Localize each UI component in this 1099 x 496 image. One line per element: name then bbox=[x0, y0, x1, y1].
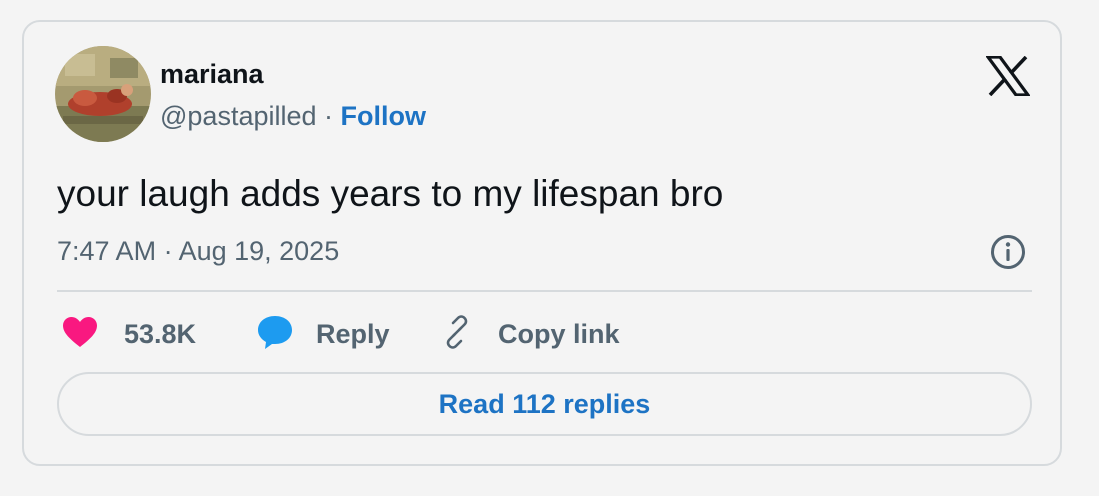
speech-bubble-icon bbox=[256, 314, 294, 355]
reply-button[interactable]: Reply bbox=[256, 314, 390, 354]
tweet-timestamp[interactable]: 7:47 AM · Aug 19, 2025 bbox=[57, 234, 339, 268]
reply-label: Reply bbox=[316, 318, 390, 349]
copy-link-label: Copy link bbox=[498, 318, 620, 349]
heart-icon bbox=[62, 316, 98, 353]
divider bbox=[57, 290, 1032, 292]
like-button[interactable]: 53.8K bbox=[62, 314, 196, 354]
author-name[interactable]: mariana bbox=[160, 58, 264, 90]
copy-link-button[interactable]: Copy link bbox=[440, 314, 620, 354]
author-handle-row: @pastapilled · Follow bbox=[160, 99, 426, 133]
read-replies-button[interactable]: Read 112 replies bbox=[57, 372, 1032, 436]
link-icon bbox=[440, 314, 474, 354]
follow-button[interactable]: Follow bbox=[341, 101, 426, 131]
info-icon[interactable] bbox=[990, 234, 1026, 270]
x-logo-icon[interactable] bbox=[984, 55, 1032, 97]
handle-separator: · bbox=[316, 101, 341, 131]
author-handle[interactable]: @pastapilled bbox=[160, 101, 317, 131]
like-count: 53.8K bbox=[124, 318, 197, 349]
tweet-card: mariana @pastapilled · Follow your laugh… bbox=[22, 20, 1062, 466]
avatar[interactable] bbox=[55, 46, 151, 142]
tweet-text: your laugh adds years to my lifespan bro bbox=[57, 173, 724, 214]
